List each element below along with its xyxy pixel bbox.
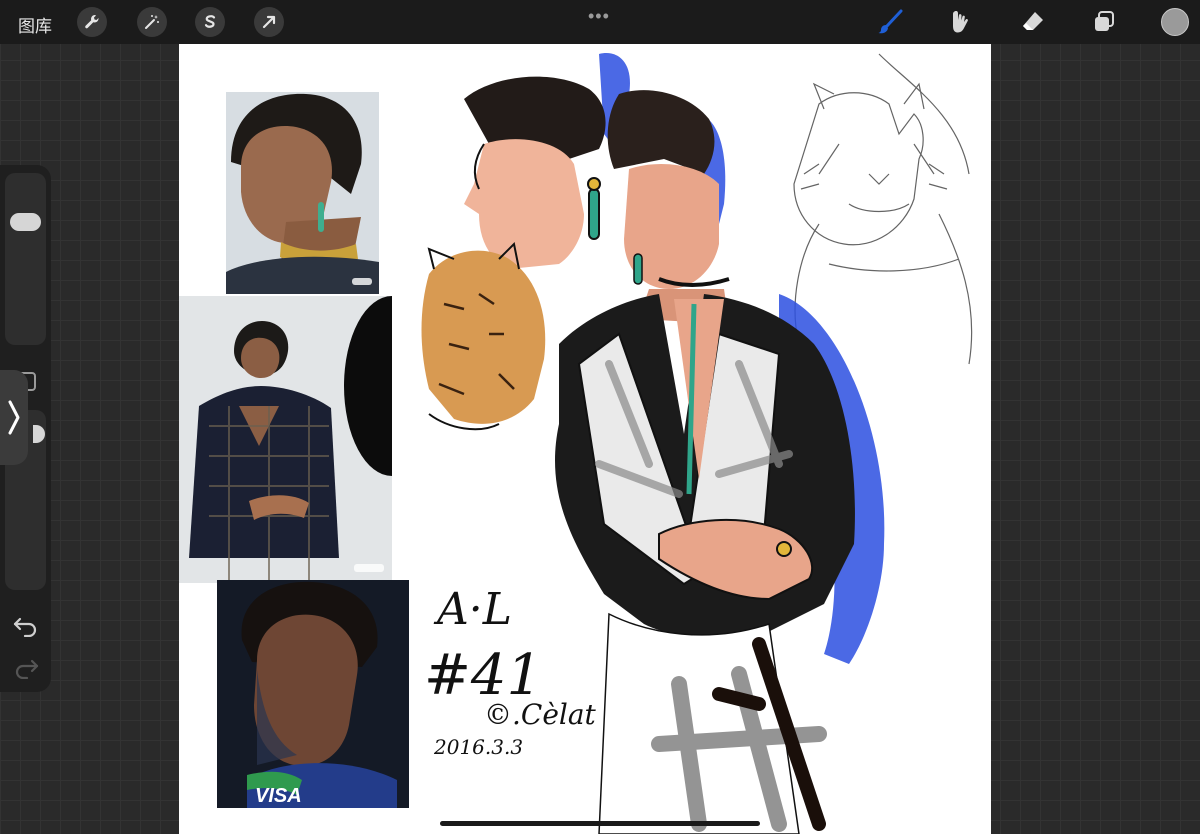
sidebar-collapse-tab[interactable]	[0, 370, 28, 465]
color-picker-button[interactable]	[1161, 8, 1189, 36]
signature: A·L #41 ©.Cèlat 2016.3.3	[424, 584, 597, 759]
layers-button[interactable]	[1090, 8, 1118, 36]
brush-tool-button[interactable]	[876, 8, 904, 36]
eraser-tool-button[interactable]	[1019, 8, 1047, 36]
eraser-icon	[1023, 12, 1043, 30]
signature-line-4: 2016.3.3	[433, 735, 523, 759]
top-toolbar: 图库 •••	[0, 0, 1200, 44]
magic-wand-icon	[145, 15, 159, 29]
smudge-tool-button[interactable]	[948, 8, 976, 36]
redo-icon[interactable]	[12, 655, 40, 679]
smudge-icon	[953, 11, 968, 33]
signature-line-1: A·L	[433, 584, 512, 635]
drawing-canvas[interactable]: VISA A·L #41 ©.Cèlat 2016.3.3	[179, 44, 991, 834]
brush-size-slider[interactable]	[5, 173, 46, 345]
transform-button[interactable]	[254, 7, 284, 37]
signature-line-3: ©.Cèlat	[484, 698, 597, 731]
profile-head-sketch	[464, 76, 606, 269]
undo-icon[interactable]	[12, 613, 40, 637]
adjustments-button[interactable]	[137, 7, 167, 37]
layers-icon	[1095, 11, 1114, 31]
gallery-button[interactable]: 图库	[18, 12, 52, 37]
brush-size-thumb[interactable]	[10, 213, 41, 231]
actions-button[interactable]	[77, 7, 107, 37]
tiger-head-painting	[421, 241, 546, 431]
selection-button[interactable]	[195, 7, 225, 37]
selection-s-icon	[204, 15, 216, 28]
brush-icon	[878, 9, 903, 34]
opacity-thumb[interactable]	[33, 425, 45, 443]
transform-arrow-icon	[262, 15, 276, 29]
more-options[interactable]: •••	[588, 6, 610, 27]
tiger-sketch	[793, 53, 973, 365]
chevron-right-icon	[8, 400, 20, 435]
home-indicator[interactable]	[440, 821, 760, 826]
artwork-sketch: A·L #41 ©.Cèlat 2016.3.3	[421, 53, 973, 834]
wrench-icon	[85, 15, 99, 29]
main-figure-painting	[555, 90, 855, 834]
